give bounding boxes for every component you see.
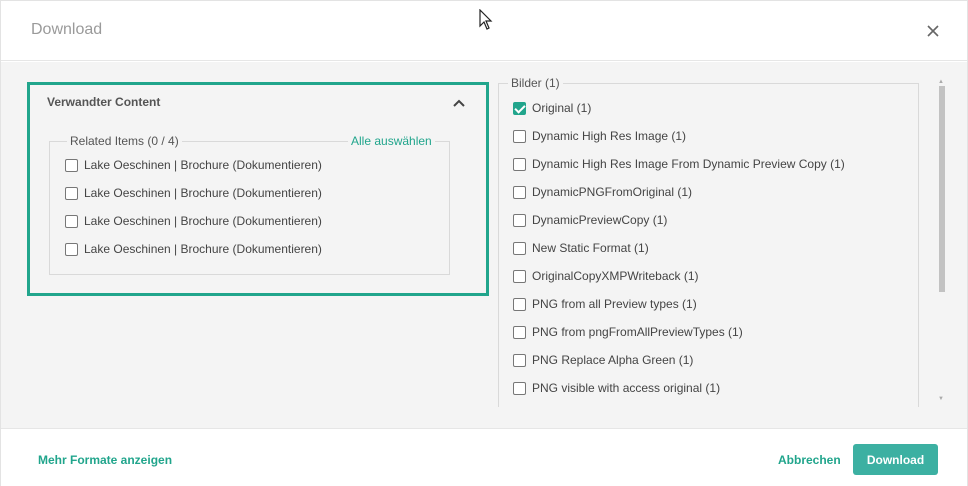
download-button[interactable]: Download [853, 444, 938, 475]
checkbox[interactable] [513, 157, 526, 171]
format-item[interactable]: DynamicPNGFromOriginal (1) [513, 184, 692, 200]
scroll-up-arrow-icon[interactable]: ▲ [938, 79, 944, 85]
checkbox[interactable] [513, 269, 526, 283]
related-content-card: Verwandter Content Related Items (0 / 4)… [27, 82, 489, 296]
related-item[interactable]: Lake Oeschinen | Brochure (Dokumentieren… [65, 213, 322, 229]
more-formats-link[interactable]: Mehr Formate anzeigen [38, 453, 172, 467]
related-item-label: Lake Oeschinen | Brochure (Dokumentieren… [84, 242, 322, 256]
download-dialog: Download Verwandter Content Related Item… [0, 0, 968, 486]
checkbox[interactable] [513, 325, 526, 339]
chevron-up-icon[interactable] [452, 96, 466, 110]
scrollbar-thumb[interactable] [939, 86, 945, 292]
checkbox[interactable] [513, 297, 526, 311]
format-item-label: OriginalCopyXMPWriteback (1) [532, 269, 699, 283]
dialog-footer: Mehr Formate anzeigen Abbrechen Download [1, 428, 967, 486]
format-item[interactable]: Original (1) [513, 100, 591, 116]
checkbox[interactable] [513, 381, 526, 395]
format-item[interactable]: PNG visible with access original (1) [513, 380, 720, 396]
cancel-button[interactable]: Abbrechen [778, 453, 841, 467]
formats-legend: Bilder (1) [508, 76, 563, 90]
related-item[interactable]: Lake Oeschinen | Brochure (Dokumentieren… [65, 157, 322, 173]
related-item[interactable]: Lake Oeschinen | Brochure (Dokumentieren… [65, 241, 322, 257]
format-item-label: PNG visible with access original (1) [532, 381, 721, 395]
format-item[interactable]: New Static Format (1) [513, 240, 649, 256]
checkbox[interactable] [513, 129, 526, 143]
format-item[interactable]: Dynamic High Res Image (1) [513, 128, 686, 144]
checkbox[interactable] [513, 213, 526, 227]
scroll-down-arrow-icon[interactable]: ▼ [938, 396, 944, 402]
format-item-label: PNG Replace Alpha Green (1) [532, 353, 694, 367]
format-item[interactable]: PNG Replace Alpha Green (1) [513, 352, 693, 368]
format-item-label: PNG from pngFromAllPreviewTypes (1) [532, 325, 743, 339]
checkbox[interactable] [513, 241, 526, 255]
format-item[interactable]: PNG from pngFromAllPreviewTypes (1) [513, 324, 743, 340]
format-item-label: Dynamic High Res Image (1) [532, 129, 687, 143]
format-item[interactable]: DynamicPreviewCopy (1) [513, 212, 667, 228]
related-item-label: Lake Oeschinen | Brochure (Dokumentieren… [84, 186, 322, 200]
format-item-label: Original (1) [532, 101, 592, 115]
close-icon[interactable] [923, 21, 943, 41]
select-all-link[interactable]: Alle auswählen [348, 134, 435, 148]
checkbox[interactable] [65, 158, 78, 172]
checkbox[interactable] [513, 353, 526, 367]
format-item-label: New Static Format (1) [532, 241, 649, 255]
checkbox-checked[interactable] [513, 101, 526, 115]
checkbox[interactable] [65, 214, 78, 228]
checkbox[interactable] [513, 185, 526, 199]
format-item-label: PNG from all Preview types (1) [532, 297, 697, 311]
related-item-label: Lake Oeschinen | Brochure (Dokumentieren… [84, 214, 322, 228]
related-item-label: Lake Oeschinen | Brochure (Dokumentieren… [84, 158, 322, 172]
checkbox[interactable] [65, 242, 78, 256]
mouse-cursor-icon [479, 9, 493, 30]
format-item[interactable]: OriginalCopyXMPWriteback (1) [513, 268, 699, 284]
related-item[interactable]: Lake Oeschinen | Brochure (Dokumentieren… [65, 185, 322, 201]
dialog-body: Verwandter Content Related Items (0 / 4)… [1, 62, 967, 428]
checkbox[interactable] [65, 186, 78, 200]
related-content-title: Verwandter Content [47, 95, 161, 109]
format-item-label: Dynamic High Res Image From Dynamic Prev… [532, 157, 845, 171]
format-item[interactable]: Dynamic High Res Image From Dynamic Prev… [513, 156, 845, 172]
format-item-label: DynamicPNGFromOriginal (1) [532, 185, 693, 199]
format-item-label: DynamicPreviewCopy (1) [532, 213, 668, 227]
related-items-legend: Related Items (0 / 4) [67, 134, 182, 148]
format-item[interactable]: PNG from all Preview types (1) [513, 296, 697, 312]
dialog-title: Download [31, 21, 103, 38]
